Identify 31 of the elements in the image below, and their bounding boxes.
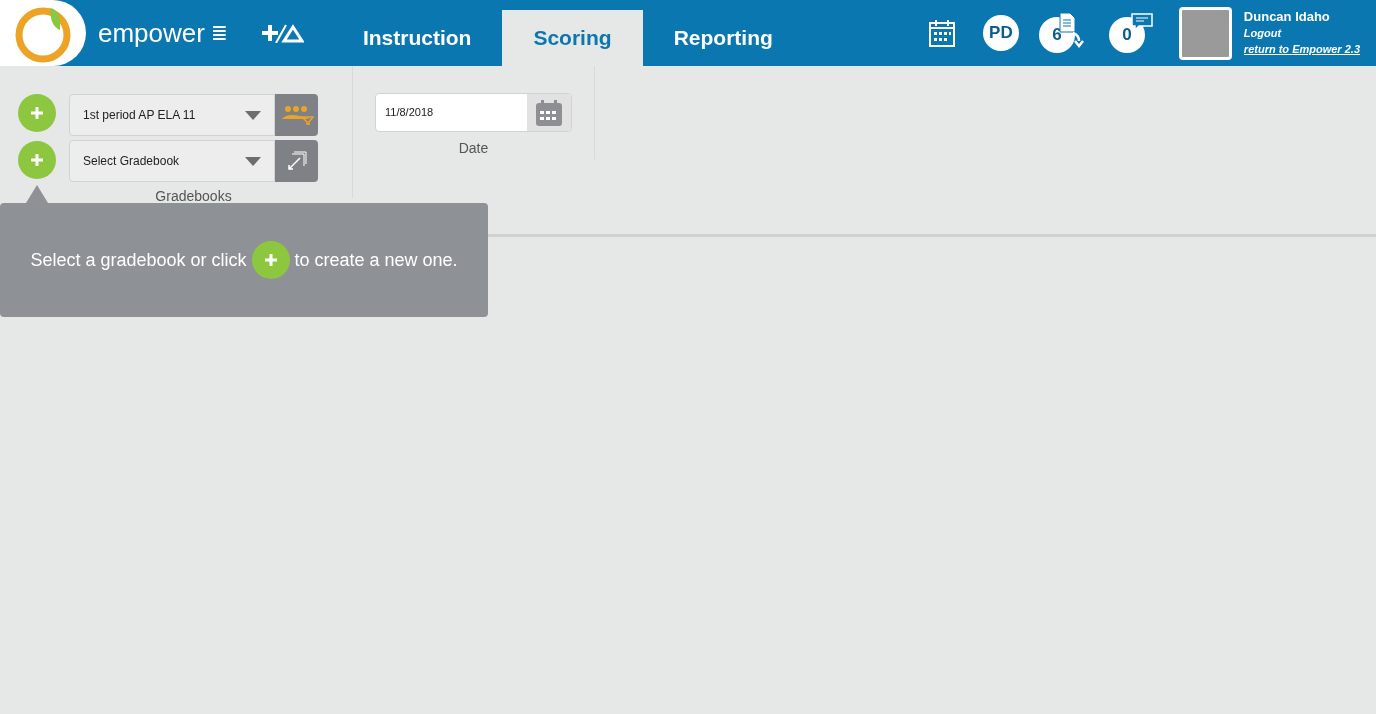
- menu-button[interactable]: ≣: [210, 18, 228, 48]
- user-name: Duncan Idaho: [1243, 9, 1331, 25]
- caret-icon: [245, 110, 261, 120]
- nav-tab[interactable]: Scoring: [502, 10, 643, 66]
- logout-link[interactable]: Logout: [1243, 25, 1360, 41]
- group-filter-button[interactable]: [275, 94, 318, 136]
- expand-arrow-icon: [285, 150, 308, 172]
- plus-icon: [30, 106, 44, 120]
- initials-badge[interactable]: PD: [982, 15, 1019, 51]
- nav-tab[interactable]: Instruction: [331, 10, 503, 66]
- date-field[interactable]: 11/8/2018: [375, 93, 572, 132]
- date-label: Date: [458, 139, 489, 158]
- gradebook-dropdown[interactable]: Select Gradebook: [69, 140, 275, 182]
- nav-tab[interactable]: Reporting: [642, 10, 804, 66]
- open-gradebook-button[interactable]: [275, 140, 318, 182]
- tooltip-text: to create a new one.: [294, 248, 458, 272]
- plus-icon: [251, 241, 290, 279]
- plus-icon: [30, 153, 44, 167]
- brand-name: empower: [98, 16, 205, 50]
- plus-delta-icon[interactable]: [261, 23, 304, 43]
- add-gradebook-button[interactable]: [18, 141, 56, 179]
- return-link[interactable]: return to Empower 2.3: [1243, 41, 1360, 57]
- avatar-photo-placeholder: [1178, 6, 1232, 60]
- tooltip-text: Select a gradebook or click: [30, 248, 247, 272]
- add-class-button[interactable]: [18, 94, 56, 132]
- chat-bubble-icon: [1130, 13, 1153, 31]
- caret-icon: [245, 156, 261, 166]
- class-dropdown[interactable]: 1st period AP ELA 11: [69, 94, 275, 136]
- calendar-icon[interactable]: [928, 19, 955, 47]
- calendar-icon[interactable]: [535, 98, 563, 127]
- gradebooks-label: Gradebooks: [154, 187, 233, 206]
